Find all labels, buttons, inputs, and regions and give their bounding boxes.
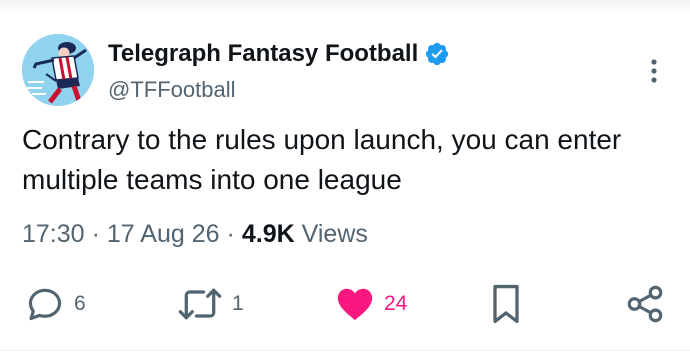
tweet-card: Telegraph Fantasy Football @TFFootball C… xyxy=(0,0,690,356)
reply-button[interactable]: 6 xyxy=(24,282,86,326)
tweet-text: Contrary to the rules upon launch, you c… xyxy=(22,124,622,195)
views-label: Views xyxy=(301,219,368,248)
reply-count: 6 xyxy=(74,292,86,315)
like-button[interactable]: 24 xyxy=(334,282,407,326)
more-options-icon[interactable] xyxy=(644,58,664,86)
retweet-icon xyxy=(178,288,222,320)
retweet-count: 1 xyxy=(232,292,244,315)
top-divider xyxy=(0,0,690,12)
author-avatar[interactable] xyxy=(22,34,94,106)
meta-separator: · xyxy=(91,219,100,248)
retweet-button[interactable]: 1 xyxy=(176,282,244,326)
views-count[interactable]: 4.9K xyxy=(242,220,295,249)
author-handle[interactable]: @TFFootball xyxy=(108,77,235,103)
meta-separator: · xyxy=(226,219,235,248)
tweet-time[interactable]: 17:30 xyxy=(22,220,85,249)
author-name-row: Telegraph Fantasy Football xyxy=(108,38,450,70)
tweet-meta: 17:30 · 17 Aug 26 · 4.9K Views xyxy=(22,216,368,252)
share-button[interactable] xyxy=(624,282,666,326)
verified-badge-icon[interactable] xyxy=(424,41,450,67)
football-player-avatar-icon xyxy=(22,34,94,106)
bottom-divider xyxy=(0,350,690,351)
reply-icon xyxy=(28,288,62,321)
author-display-name[interactable]: Telegraph Fantasy Football xyxy=(108,40,418,68)
tweet-date[interactable]: 17 Aug 26 xyxy=(107,220,220,249)
tweet-actions: 6 1 24 xyxy=(0,282,690,326)
share-icon xyxy=(627,285,663,323)
heart-icon xyxy=(337,288,373,321)
bookmark-icon xyxy=(493,284,519,324)
like-count: 24 xyxy=(384,292,408,315)
bookmark-button[interactable] xyxy=(488,282,524,326)
